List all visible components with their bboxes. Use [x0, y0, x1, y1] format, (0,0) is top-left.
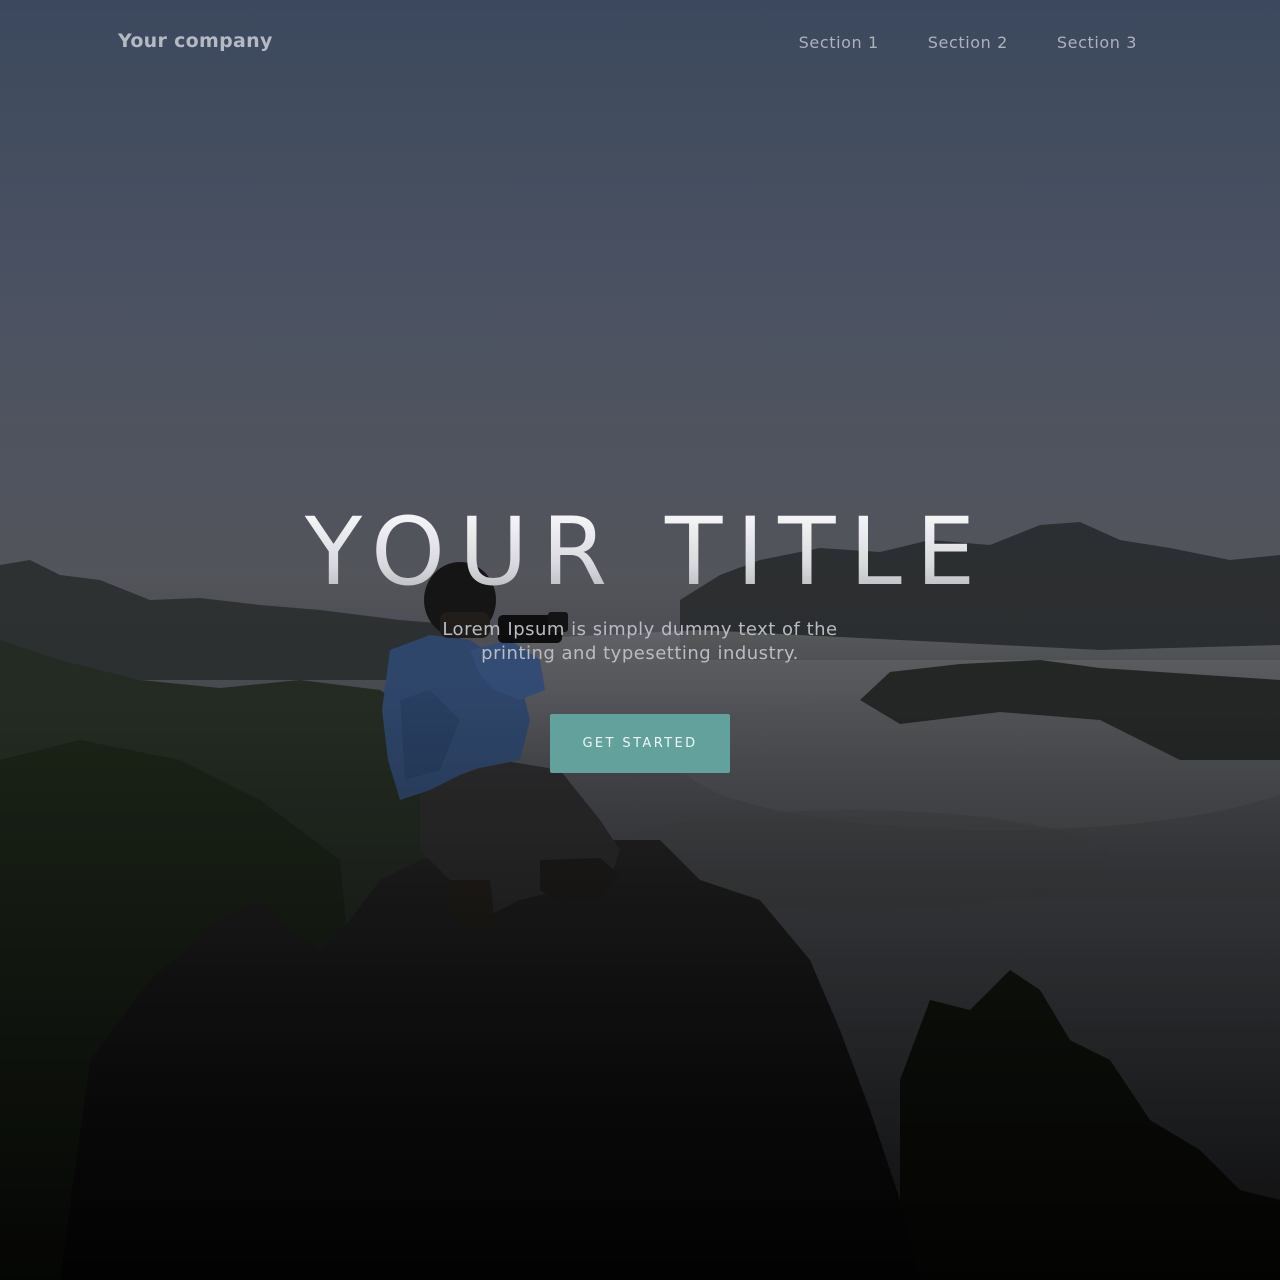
get-started-button[interactable]: GET STARTED [550, 714, 730, 773]
top-navigation: Your company Section 1 Section 2 Section… [0, 0, 1280, 88]
hero-section: Your company Section 1 Section 2 Section… [0, 0, 1280, 1280]
nav-links: Section 1 Section 2 Section 3 [799, 33, 1137, 52]
brand-logo[interactable]: Your company [118, 30, 273, 52]
hero-subtitle: Lorem Ipsum is simply dummy text of the … [442, 619, 838, 664]
nav-link-section-3[interactable]: Section 3 [1057, 33, 1137, 52]
hero-title: YOUR TITLE [0, 498, 1280, 608]
nav-link-section-2[interactable]: Section 2 [928, 33, 1008, 52]
nav-link-section-1[interactable]: Section 1 [799, 33, 879, 52]
hero-content: YOUR TITLE Lorem Ipsum is simply dummy t… [0, 498, 1280, 773]
